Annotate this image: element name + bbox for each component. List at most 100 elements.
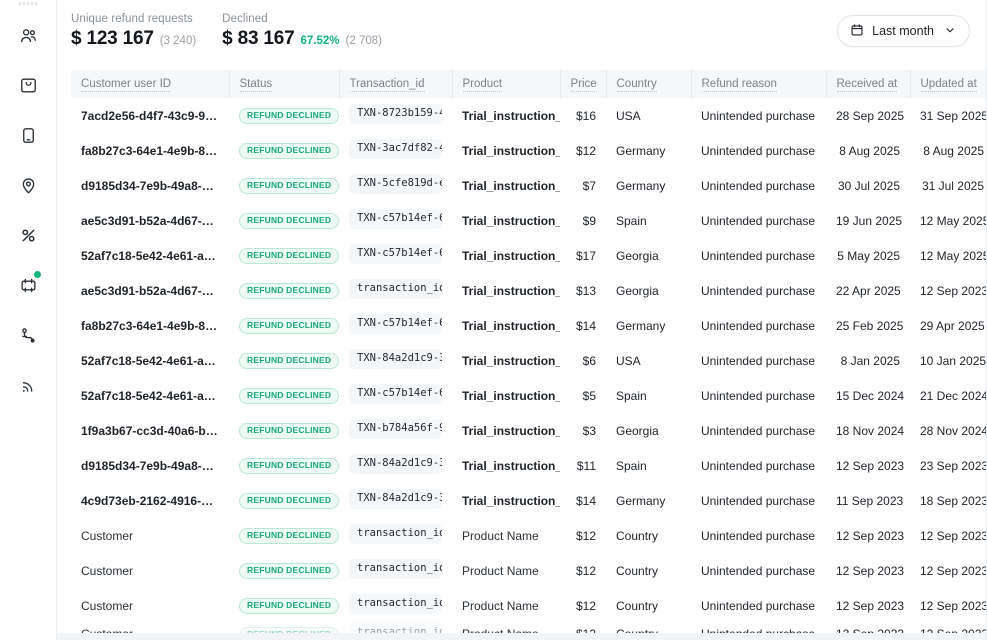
kpi-percent: 67.52%	[300, 34, 340, 47]
cell-transaction-id[interactable]: transaction_id	[339, 588, 452, 623]
col-header-received-at[interactable]: Received at	[826, 70, 911, 98]
cell-transaction-id[interactable]: TXN-c57b14ef-6d…	[339, 203, 452, 238]
table-header-row: Customer user ID Status Transaction_id P…	[71, 70, 986, 98]
kpi-amount: $ 83 167	[222, 27, 295, 49]
date-range-picker[interactable]: Last month	[837, 15, 970, 47]
col-header-country[interactable]: Country	[606, 70, 692, 98]
cell-transaction-id[interactable]: TXN-84a2d1c9-3c…	[339, 343, 452, 378]
signal-icon	[19, 376, 38, 395]
cell-received-at: 11 Sep 2023	[836, 493, 904, 508]
cell-price: $13	[575, 283, 596, 298]
cell-received-at: 22 Apr 2025	[836, 283, 901, 298]
table-row[interactable]: 52af7c18-5e42-4e61-a… REFUND DECLINED TXN-…	[71, 378, 986, 413]
col-header-updated-at[interactable]: Updated at	[910, 70, 986, 98]
sidebar-item-inbox[interactable]	[8, 65, 48, 105]
cell-product: Trial_instruction_v…	[462, 318, 560, 333]
table-row[interactable]: fa8b27c3-64e1-4e9b-8… REFUND DECLINED TXN-…	[71, 133, 986, 168]
status-badge: REFUND DECLINED	[239, 388, 339, 404]
col-header-label: Transaction_id	[349, 78, 425, 92]
table-row[interactable]: Customer REFUND DECLINED transaction_id Pro…	[71, 518, 986, 553]
cell-country: Spain	[616, 458, 647, 473]
cell-transaction-id[interactable]: TXN-c57b14ef-6d…	[339, 308, 452, 343]
cell-received-at: 5 May 2025	[837, 248, 900, 263]
sidebar-item-signals[interactable]	[8, 365, 48, 405]
cell-price: $11	[576, 458, 596, 473]
sidebar-item-devices[interactable]	[8, 115, 48, 155]
inbox-icon	[19, 76, 38, 95]
cell-transaction-id[interactable]: transaction_id	[339, 518, 452, 553]
cell-transaction-id[interactable]: TXN-8723b159-4a…	[339, 98, 452, 133]
cell-transaction-id[interactable]: TXN-b784a56f-9d…	[339, 413, 452, 448]
cell-refund-reason: Unintended purchase	[701, 423, 816, 438]
cell-price: $3	[582, 423, 596, 438]
sidebar-item-flows[interactable]	[8, 315, 48, 355]
table-bottom-edge	[57, 633, 986, 640]
cell-received-at: 8 Jan 2025	[840, 353, 900, 368]
cell-country: Country	[616, 598, 659, 613]
status-badge: REFUND DECLINED	[239, 493, 339, 509]
status-badge: REFUND DECLINED	[239, 213, 339, 229]
cell-product: Trial_instruction_v…	[462, 143, 560, 158]
cell-country: Germany	[616, 143, 666, 158]
cell-country: Country	[616, 528, 659, 543]
cell-price: $12	[575, 598, 596, 613]
table-row[interactable]: ae5c3d91-b52a-4d67-… REFUND DECLINED TXN-c…	[71, 203, 986, 238]
col-header-price[interactable]: Price	[560, 70, 607, 98]
table-row[interactable]: Customer REFUND DECLINED transaction_id Pro…	[71, 553, 986, 588]
table-row[interactable]: 1f9a3b67-cc3d-40a6-b… REFUND DECLINED TXN-…	[71, 413, 986, 448]
notification-dot	[34, 271, 41, 278]
sidebar-item-discounts[interactable]	[8, 215, 48, 255]
table-row[interactable]: 52af7c18-5e42-4e61-a… REFUND DECLINED TXN-…	[71, 238, 986, 273]
cell-product: Trial_instruction_v…	[462, 213, 560, 228]
cell-price: $16	[575, 108, 596, 123]
table-row[interactable]: 4c9d73eb-2162-4916-… REFUND DECLINED TXN-8…	[71, 483, 986, 518]
cell-updated-at: 12 May 2025	[920, 248, 986, 263]
col-header-refund-reason[interactable]: Refund reason	[691, 70, 827, 98]
cell-transaction-id[interactable]: TXN-84a2d1c9-3c…	[339, 448, 452, 483]
sidebar-item-subscriptions[interactable]	[8, 265, 48, 305]
table-row[interactable]: d9185d34-7e9b-49a8-… REFUND DECLINED TXN-5…	[71, 168, 986, 203]
col-header-customer-user-id[interactable]: Customer user ID	[71, 70, 230, 98]
sidebar-item-users[interactable]	[8, 15, 48, 55]
cell-product: Product Name	[462, 598, 539, 613]
table-row[interactable]: 7acd2e56-d4f7-43c9-9… REFUND DECLINED TXN-…	[71, 98, 986, 133]
cell-refund-reason: Unintended purchase	[701, 563, 816, 578]
sidebar-top-divider	[19, 2, 37, 5]
cell-product: Trial_instruction_v…	[462, 108, 560, 123]
refunds-table-container[interactable]: Customer user ID Status Transaction_id P…	[57, 62, 986, 640]
transaction-id-chip: TXN-3ac7df82-4f…	[349, 139, 442, 159]
col-header-transaction-id[interactable]: Transaction_id	[339, 70, 453, 98]
table-row[interactable]: Customer REFUND DECLINED transaction_id Pro…	[71, 588, 986, 623]
col-header-status[interactable]: Status	[229, 70, 340, 98]
table-row[interactable]: 52af7c18-5e42-4e61-a… REFUND DECLINED TXN-…	[71, 343, 986, 378]
date-range-label: Last month	[872, 24, 934, 38]
cell-received-at: 8 Aug 2025	[839, 143, 900, 158]
transaction-id-chip: TXN-b784a56f-9d…	[349, 419, 442, 439]
transaction-id-chip: TXN-5cfe819d-ef…	[349, 174, 442, 194]
cell-received-at: 18 Nov 2024	[836, 423, 905, 438]
cell-transaction-id[interactable]: TXN-84a2d1c9-3c…	[339, 483, 452, 518]
cell-transaction-id[interactable]: TXN-c57b14ef-6d…	[339, 378, 452, 413]
cell-country: Germany	[616, 493, 666, 508]
cell-transaction-id[interactable]: TXN-5cfe819d-ef…	[339, 168, 452, 203]
table-row[interactable]: ae5c3d91-b52a-4d67-… REFUND DECLINED trans…	[71, 273, 986, 308]
cell-transaction-id[interactable]: TXN-c57b14ef-6d…	[339, 238, 452, 273]
cell-updated-at: 12 Sep 2023	[920, 563, 986, 578]
cell-price: $12	[575, 143, 596, 158]
kpi-value-row: $ 123 167 (3 240)	[71, 28, 196, 50]
col-header-product[interactable]: Product	[452, 70, 561, 98]
cell-status: REFUND DECLINED	[229, 413, 339, 448]
calendar-icon	[850, 23, 864, 40]
table-row[interactable]: fa8b27c3-64e1-4e9b-8… REFUND DECLINED TXN-…	[71, 308, 986, 343]
cell-transaction-id[interactable]: transaction_id	[339, 553, 452, 588]
transaction-id-chip: transaction_id	[349, 559, 442, 579]
cell-received-at: 12 Sep 2023	[836, 598, 905, 613]
cell-transaction-id[interactable]: TXN-3ac7df82-4f…	[339, 133, 452, 168]
transaction-id-chip: TXN-c57b14ef-6d…	[349, 244, 442, 264]
sidebar-item-locations[interactable]	[8, 165, 48, 205]
kpi-unique-refund-requests: Unique refund requests $ 123 167 (3 240)	[71, 13, 206, 50]
table-row[interactable]: d9185d34-7e9b-49a8-… REFUND DECLINED TXN-8…	[71, 448, 986, 483]
cell-transaction-id[interactable]: transaction_id	[339, 273, 452, 308]
cell-status: REFUND DECLINED	[229, 168, 339, 203]
cell-refund-reason: Unintended purchase	[701, 528, 816, 543]
